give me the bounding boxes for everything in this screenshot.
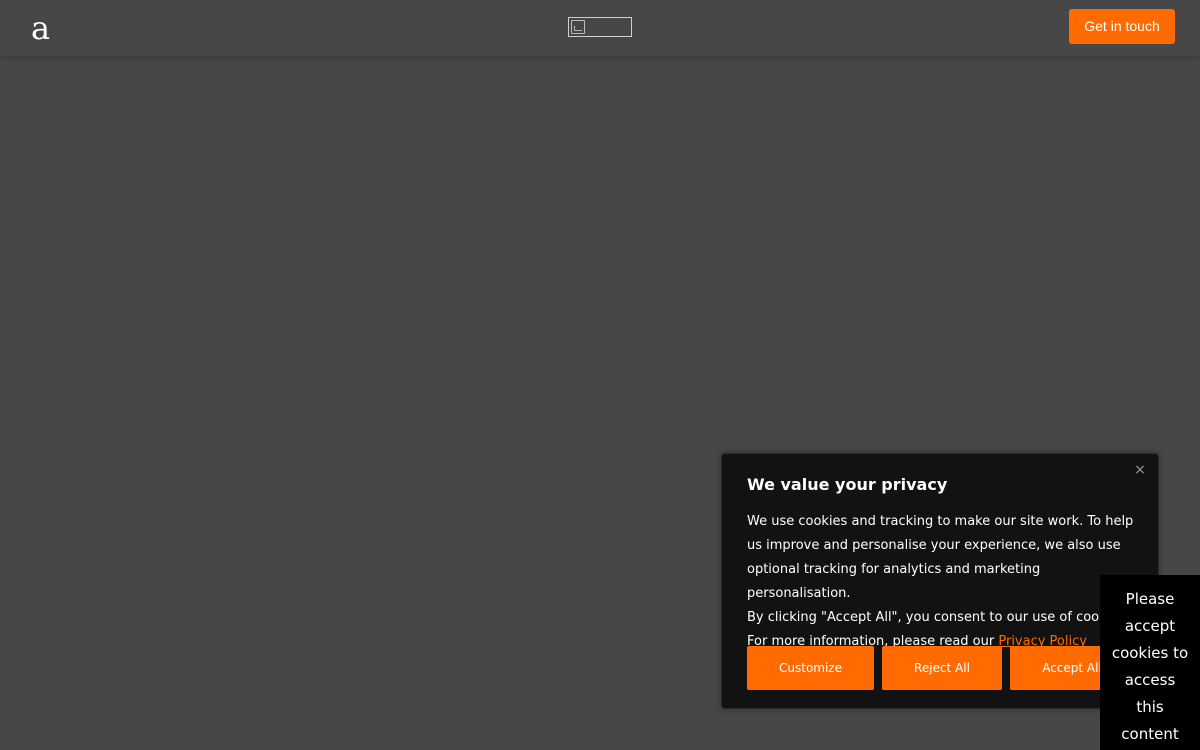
- site-header: a Get in touch: [0, 0, 1200, 56]
- broken-image-icon: [568, 17, 632, 37]
- blocked-content-message: Please accept cookies to access this con…: [1111, 590, 1189, 743]
- image-placeholder-glyph: [571, 20, 585, 34]
- page: a Get in touch × We value your privacy W…: [0, 0, 1200, 750]
- consent-title: We value your privacy: [747, 475, 948, 494]
- get-in-touch-button[interactable]: Get in touch: [1069, 9, 1175, 44]
- reject-all-button[interactable]: Reject All: [882, 646, 1002, 690]
- consent-paragraph-1: We use cookies and tracking to make our …: [747, 514, 1134, 601]
- close-icon[interactable]: ×: [1132, 462, 1148, 478]
- customize-button[interactable]: Customize: [747, 646, 874, 690]
- site-logo[interactable]: a: [31, 8, 50, 48]
- cookie-consent-dialog: × We value your privacy We use cookies a…: [721, 453, 1159, 709]
- consent-description: We use cookies and tracking to make our …: [747, 510, 1137, 654]
- blocked-content-notice: Please accept cookies to access this con…: [1100, 575, 1200, 750]
